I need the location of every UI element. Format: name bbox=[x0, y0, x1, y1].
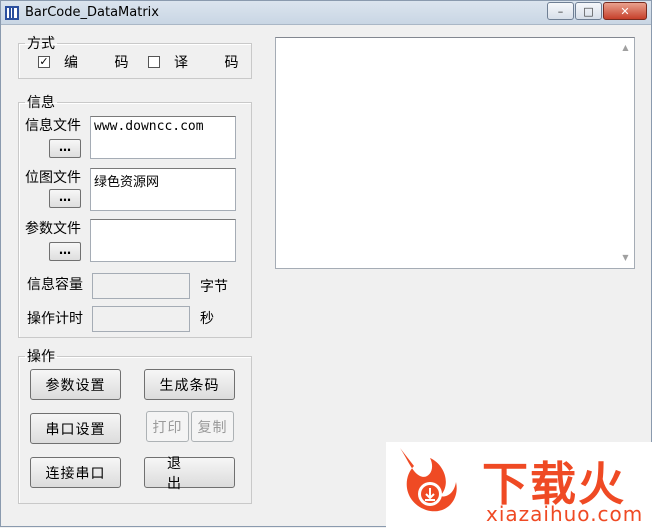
param-settings-button[interactable]: 参数设置 bbox=[30, 369, 121, 400]
exit-button[interactable]: 退 出 bbox=[144, 456, 235, 492]
watermark: 下载火 xiazaihuo.com bbox=[386, 442, 652, 528]
operations-legend: 操作 bbox=[27, 349, 55, 365]
timer-label: 操作计时 bbox=[27, 311, 83, 327]
close-glyph: ✕ bbox=[620, 4, 630, 18]
message-file-browse-button[interactable]: … bbox=[49, 139, 81, 158]
output-text-area[interactable]: ▲ ▼ bbox=[275, 37, 635, 269]
watermark-url: xiazaihuo.com bbox=[486, 502, 644, 526]
info-legend: 信息 bbox=[27, 95, 55, 111]
minimize-icon[interactable]: – bbox=[547, 2, 574, 20]
maximize-glyph: □ bbox=[583, 4, 594, 18]
bitmap-file-label: 位图文件 bbox=[25, 170, 81, 186]
connect-serial-button[interactable]: 连接串口 bbox=[30, 457, 121, 488]
param-file-browse-button[interactable]: … bbox=[49, 242, 81, 261]
title-bar[interactable]: BarCode_DataMatrix – □ ✕ bbox=[1, 1, 651, 25]
encode-check-mark: ✓ bbox=[38, 55, 50, 68]
serial-settings-button[interactable]: 串口设置 bbox=[30, 413, 121, 444]
decode-label: 译 码 bbox=[174, 55, 255, 71]
capacity-field bbox=[92, 273, 190, 299]
param-file-label: 参数文件 bbox=[25, 221, 81, 237]
generate-barcode-button[interactable]: 生成条码 bbox=[144, 369, 235, 400]
window-title: BarCode_DataMatrix bbox=[25, 5, 159, 20]
decode-check-mark bbox=[148, 56, 160, 68]
encode-checkbox[interactable]: ✓ 编 码 bbox=[38, 52, 144, 72]
message-file-field[interactable]: www.downcc.com bbox=[90, 116, 236, 159]
minimize-glyph: – bbox=[557, 4, 564, 18]
scroll-up-icon[interactable]: ▲ bbox=[617, 40, 634, 56]
decode-checkbox[interactable]: 译 码 bbox=[148, 52, 254, 72]
caption-buttons: – □ ✕ bbox=[546, 2, 647, 20]
timer-field bbox=[92, 306, 190, 332]
print-button[interactable]: 打印 bbox=[146, 411, 189, 442]
bitmap-file-browse-button[interactable]: … bbox=[49, 189, 81, 208]
app-window: BarCode_DataMatrix – □ ✕ 方式 ✓ 编 码 译 码 信息… bbox=[0, 0, 652, 528]
vertical-scrollbar[interactable]: ▲ ▼ bbox=[617, 38, 634, 268]
maximize-icon[interactable]: □ bbox=[575, 2, 602, 20]
flame-logo-icon bbox=[400, 448, 457, 512]
close-icon[interactable]: ✕ bbox=[603, 2, 647, 20]
timer-unit: 秒 bbox=[200, 311, 214, 327]
copy-button[interactable]: 复制 bbox=[191, 411, 234, 442]
mode-legend: 方式 bbox=[27, 36, 55, 52]
encode-label: 编 码 bbox=[64, 55, 145, 71]
app-icon bbox=[5, 6, 19, 20]
capacity-label: 信息容量 bbox=[27, 277, 83, 293]
capacity-unit: 字节 bbox=[200, 279, 228, 295]
bitmap-file-field[interactable]: 绿色资源网 bbox=[90, 168, 236, 211]
scroll-down-icon[interactable]: ▼ bbox=[617, 250, 634, 266]
message-file-label: 信息文件 bbox=[25, 118, 81, 134]
param-file-field[interactable] bbox=[90, 219, 236, 262]
